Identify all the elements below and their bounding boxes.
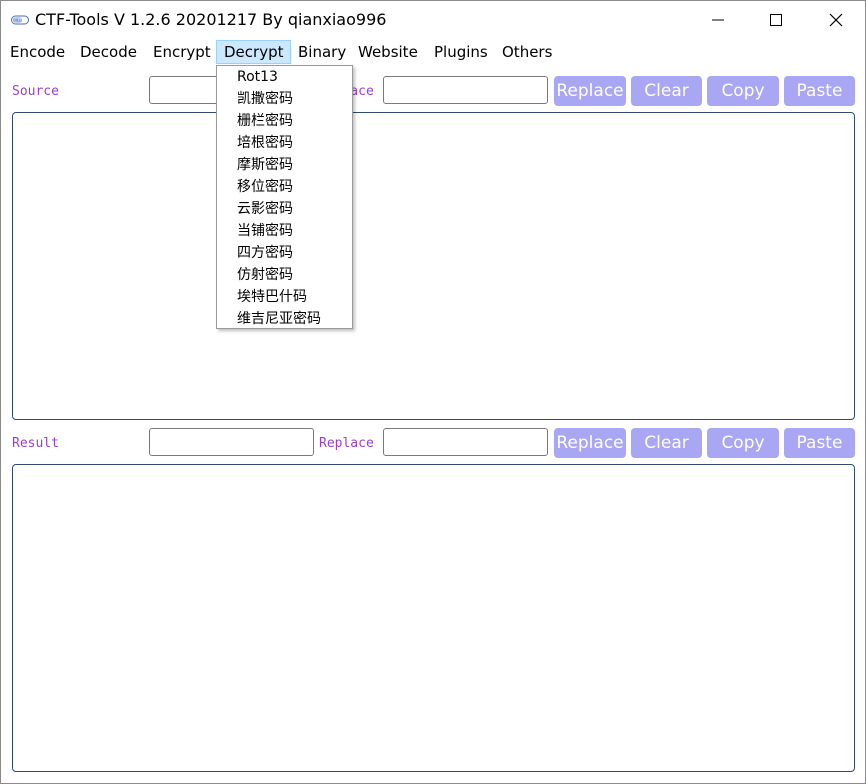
result-replace-button[interactable]: Replace xyxy=(554,428,626,458)
menu-bar: Encode Decode Encrypt Decrypt Binary Web… xyxy=(1,39,865,65)
dropdown-item-pawnshop[interactable]: 当铺密码 xyxy=(237,220,293,242)
result-paste-button[interactable]: Paste xyxy=(784,428,855,458)
menu-plugins[interactable]: Plugins xyxy=(427,40,495,64)
maximize-icon xyxy=(770,14,782,26)
source-clear-button[interactable]: Clear xyxy=(631,76,702,106)
menu-decrypt[interactable]: Decrypt xyxy=(216,40,292,64)
result-copy-button[interactable]: Copy xyxy=(707,428,779,458)
window-title: CTF-Tools V 1.2.6 20201217 By qianxiao99… xyxy=(35,10,387,29)
ctf-app-icon: CTF xyxy=(11,15,29,25)
title-bar: CTF CTF-Tools V 1.2.6 20201217 By qianxi… xyxy=(1,1,865,39)
source-textarea[interactable] xyxy=(12,112,855,420)
result-replace-input[interactable] xyxy=(383,428,548,456)
result-label: Result xyxy=(12,436,59,451)
decrypt-dropdown-menu: Rot13 凯撒密码 栅栏密码 培根密码 摩斯密码 移位密码 云影密码 当铺密码… xyxy=(216,65,353,329)
svg-text:CTF: CTF xyxy=(14,18,22,23)
dropdown-item-cloud-shadow[interactable]: 云影密码 xyxy=(237,198,293,220)
source-label: Source xyxy=(12,84,59,99)
dropdown-item-rot13[interactable]: Rot13 xyxy=(237,66,278,88)
result-clear-button[interactable]: Clear xyxy=(631,428,702,458)
menu-encrypt[interactable]: Encrypt xyxy=(146,40,218,64)
dropdown-item-caesar[interactable]: 凯撒密码 xyxy=(237,88,293,110)
source-replace-button[interactable]: Replace xyxy=(554,76,626,106)
result-find-input[interactable] xyxy=(149,428,314,456)
menu-encode[interactable]: Encode xyxy=(3,40,72,64)
result-textarea[interactable] xyxy=(12,464,855,772)
dropdown-item-rail-fence[interactable]: 栅栏密码 xyxy=(237,110,293,132)
result-replace-label: Replace xyxy=(319,436,374,451)
dropdown-item-shift[interactable]: 移位密码 xyxy=(237,176,293,198)
menu-decode[interactable]: Decode xyxy=(73,40,144,64)
close-icon xyxy=(829,13,843,27)
dropdown-item-atbash[interactable]: 埃特巴什码 xyxy=(237,286,307,308)
minimize-button[interactable] xyxy=(689,1,747,39)
source-replace-input[interactable] xyxy=(383,76,548,104)
source-paste-button[interactable]: Paste xyxy=(784,76,855,106)
dropdown-item-morse[interactable]: 摩斯密码 xyxy=(237,154,293,176)
menu-others[interactable]: Others xyxy=(495,40,559,64)
close-button[interactable] xyxy=(807,1,865,39)
app-window: CTF CTF-Tools V 1.2.6 20201217 By qianxi… xyxy=(0,0,866,784)
menu-website[interactable]: Website xyxy=(351,40,425,64)
minimize-icon xyxy=(712,19,724,21)
source-copy-button[interactable]: Copy xyxy=(707,76,779,106)
maximize-button[interactable] xyxy=(747,1,805,39)
dropdown-item-affine[interactable]: 仿射密码 xyxy=(237,264,293,286)
dropdown-item-bacon[interactable]: 培根密码 xyxy=(237,132,293,154)
dropdown-item-vigenere[interactable]: 维吉尼亚密码 xyxy=(237,308,321,330)
dropdown-item-four-square[interactable]: 四方密码 xyxy=(237,242,293,264)
menu-binary[interactable]: Binary xyxy=(291,40,353,64)
